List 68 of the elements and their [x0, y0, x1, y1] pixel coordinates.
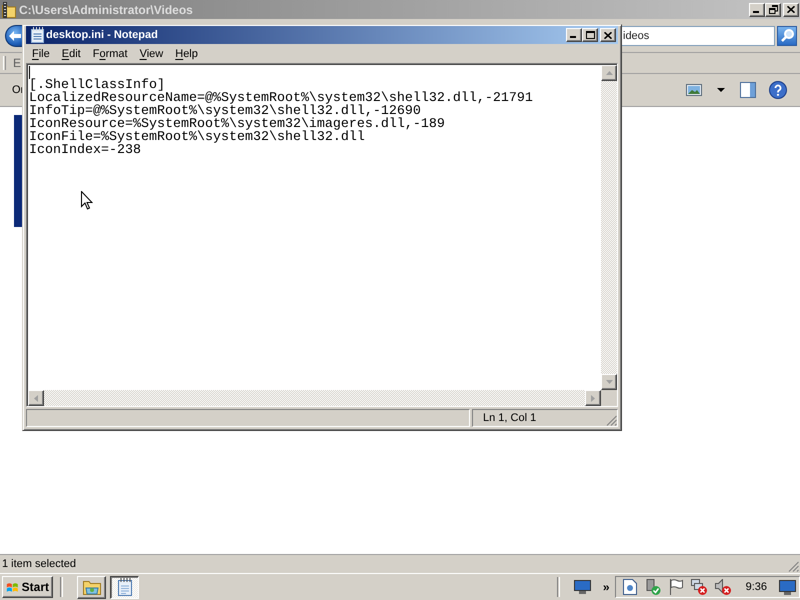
text-line: IconResource=%SystemRoot%\system32\imageres.dll,-189: [29, 118, 445, 131]
text-line: [.ShellClassInfo]: [29, 79, 165, 92]
folder-icon: [82, 579, 100, 595]
left-arrow-icon: [9, 30, 21, 40]
four-color-flag-icon: [6, 580, 19, 594]
vertical-scrollbar[interactable]: [601, 65, 617, 390]
close-icon: [604, 32, 612, 38]
preview-pane-icon[interactable]: [740, 82, 756, 98]
text-line: InfoTip=@%SystemRoot%\system32\shell32.dll,-12690: [29, 105, 421, 118]
status-text: 1 item selected: [2, 558, 77, 570]
search-icon: [780, 29, 794, 42]
folder-icon: [2, 2, 16, 18]
menu-item[interactable]: File: [26, 45, 56, 62]
maximize-icon: [586, 31, 594, 39]
monitor-icon[interactable]: [574, 580, 591, 594]
search-button[interactable]: [777, 26, 797, 46]
menu-item[interactable]: Help: [169, 45, 204, 62]
minimize-button[interactable]: [749, 2, 765, 16]
overflow-chevron[interactable]: »: [602, 580, 610, 594]
scroll-up-button[interactable]: [601, 65, 617, 81]
window-title: C:\Users\Administrator\Videos: [19, 2, 194, 16]
text-line: IconIndex=-238: [29, 144, 141, 157]
search-field[interactable]: ideos: [621, 26, 775, 46]
start-button[interactable]: Start: [2, 576, 53, 598]
scroll-down-button[interactable]: [601, 374, 617, 390]
taskbar-button[interactable]: [110, 576, 139, 598]
scrollbar-corner: [601, 390, 617, 406]
close-button[interactable]: [783, 2, 799, 16]
cursor-position: Ln 1, Col 1: [483, 412, 538, 424]
left-triangle-icon: [34, 394, 38, 402]
restore-button[interactable]: [765, 2, 781, 16]
notebook-icon: [116, 578, 132, 596]
text-line: LocalizedResourceName=@%SystemRoot%\system32\shell32.dll,-21791: [29, 92, 533, 105]
maximize-button[interactable]: [582, 28, 598, 42]
right-triangle-icon: [591, 394, 595, 402]
up-triangle-icon: [606, 71, 612, 75]
speaker-x-icon[interactable]: [714, 579, 731, 595]
document-icon[interactable]: [622, 579, 637, 595]
restore-icon: [768, 5, 778, 14]
horizontal-scrollbar[interactable]: [28, 390, 601, 406]
menu-item[interactable]: Format: [86, 45, 134, 62]
flag-icon[interactable]: [668, 579, 683, 595]
caret-icon[interactable]: [717, 88, 725, 92]
text-editor[interactable]: [26, 63, 618, 407]
picture-icon[interactable]: [686, 84, 702, 96]
help-icon[interactable]: [769, 81, 787, 99]
minimize-icon: [753, 10, 759, 12]
device-check-icon[interactable]: [644, 579, 661, 595]
close-icon: [787, 6, 795, 13]
monitor-icon[interactable]: [779, 580, 796, 594]
scroll-right-button[interactable]: [585, 390, 601, 406]
resize-grip-icon: [788, 561, 799, 572]
computer-x-icon[interactable]: [690, 579, 707, 595]
text-line: IconFile=%SystemRoot%\system32\shell32.dll: [29, 131, 365, 144]
back-button[interactable]: [5, 24, 22, 46]
minimize-icon: [570, 36, 576, 38]
window-title: desktop.ini - Notepad: [46, 29, 159, 41]
text-cursor: [29, 66, 30, 79]
clock[interactable]: 9:36: [746, 581, 767, 593]
scroll-left-button[interactable]: [28, 390, 44, 406]
minimize-button[interactable]: [566, 28, 582, 42]
mouse-pointer-icon: [81, 191, 93, 210]
notebook-icon: [30, 27, 44, 43]
menu-item[interactable]: View: [134, 45, 170, 62]
menu-item[interactable]: E: [13, 56, 22, 70]
down-triangle-icon: [606, 380, 612, 384]
menu-item[interactable]: Edit: [56, 45, 87, 62]
close-button[interactable]: [600, 28, 616, 42]
